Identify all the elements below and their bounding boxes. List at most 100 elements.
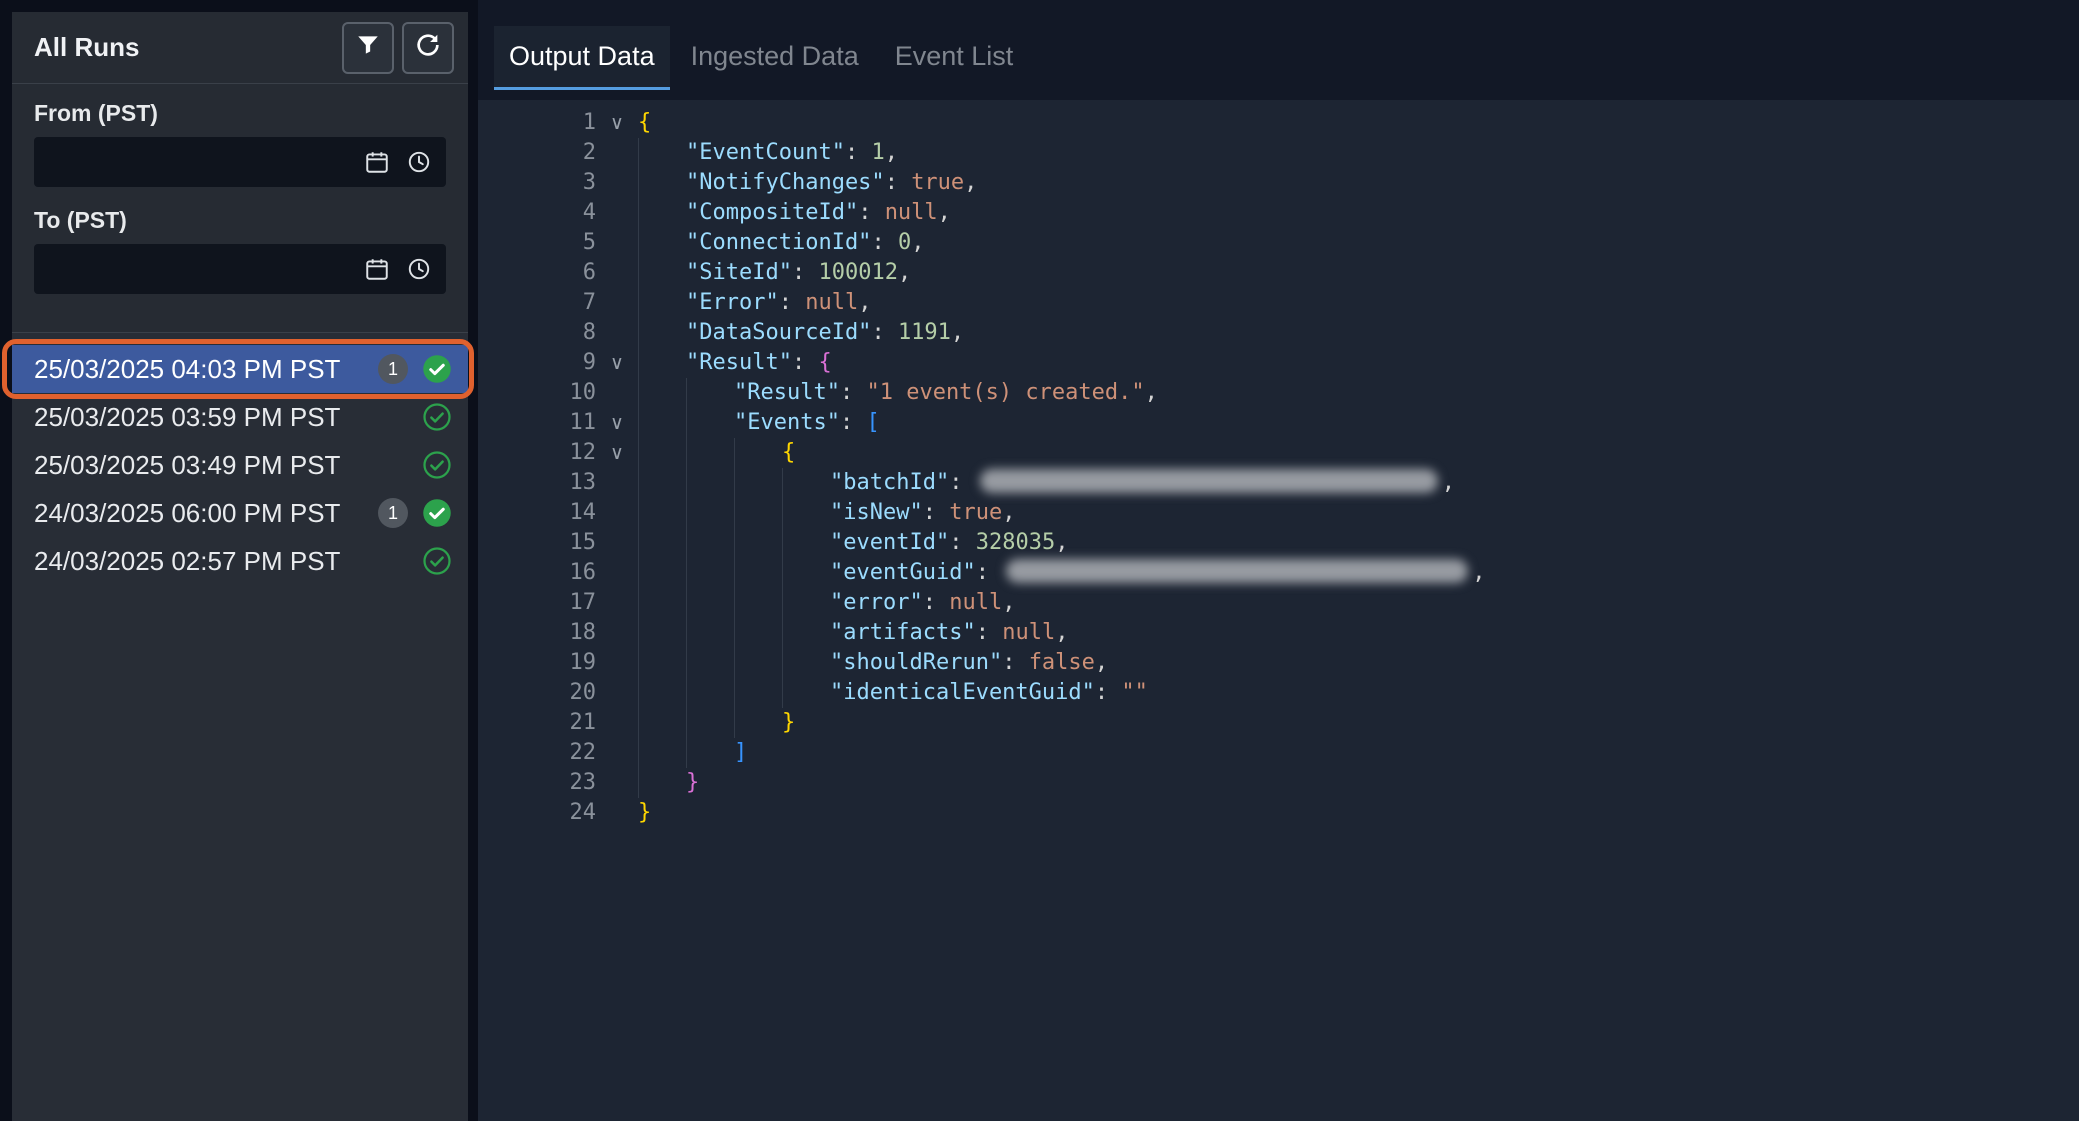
indent-guide (686, 648, 734, 678)
code-line: 15 "eventId": 328035, (478, 528, 2079, 558)
indent-guide (734, 588, 782, 618)
run-list-item[interactable]: 24/03/2025 06:00 PM PST 1 (12, 489, 468, 537)
filter-button[interactable] (342, 22, 394, 74)
code-token: : (923, 590, 950, 615)
run-list-item[interactable]: 25/03/2025 03:49 PM PST (12, 441, 468, 489)
code-token: , (1145, 380, 1158, 405)
indent-guide (638, 618, 686, 648)
code-token: : (885, 170, 912, 195)
code-token: "" (1121, 680, 1148, 705)
indent-guide (638, 498, 686, 528)
indent-guide (734, 648, 782, 678)
indent-guide (782, 498, 830, 528)
run-list-item[interactable]: 24/03/2025 02:57 PM PST (12, 537, 468, 585)
code-token: : (949, 530, 976, 555)
indent-guide (638, 438, 686, 468)
indent-guide (686, 468, 734, 498)
run-count-badge: 1 (378, 498, 408, 528)
tab-event-list[interactable]: Event List (880, 26, 1029, 90)
clock-icon[interactable] (406, 149, 432, 175)
line-number: 6 (478, 258, 596, 288)
fold-chevron-icon[interactable]: ∨ (596, 438, 638, 468)
indent-guide (782, 648, 830, 678)
code-content: "eventGuid": , (638, 558, 1485, 588)
code-token: : (923, 500, 950, 525)
code-line: 21} (478, 708, 2079, 738)
code-line: 9∨"Result": { (478, 348, 2079, 378)
calendar-icon[interactable] (364, 256, 390, 282)
code-content: { (638, 438, 795, 468)
line-number: 17 (478, 588, 596, 618)
json-viewer: 1∨{2"EventCount": 1,3"NotifyChanges": tr… (478, 100, 2079, 1121)
fold-chevron-icon[interactable]: ∨ (596, 348, 638, 378)
code-content: "CompositeId": null, (638, 198, 951, 228)
code-line: 19"shouldRerun": false, (478, 648, 2079, 678)
code-token: : (976, 620, 1003, 645)
fold-spacer (596, 798, 638, 828)
code-token: "eventId" (830, 530, 949, 555)
code-content: "isNew": true, (638, 498, 1015, 528)
to-date-input[interactable] (34, 244, 446, 294)
code-content: "EventCount": 1, (638, 138, 898, 168)
redacted-value (980, 469, 1438, 493)
line-number: 24 (478, 798, 596, 828)
code-content: "shouldRerun": false, (638, 648, 1108, 678)
fold-chevron-icon[interactable]: ∨ (596, 408, 638, 438)
indent-guide (782, 528, 830, 558)
fold-chevron-icon[interactable]: ∨ (596, 108, 638, 138)
code-line: 8"DataSourceId": 1191, (478, 318, 2079, 348)
run-list-item[interactable]: 25/03/2025 04:03 PM PST 1 (12, 345, 468, 393)
indent-guide (638, 318, 686, 348)
run-detail-panel: Output Data Ingested Data Event List 1∨{… (478, 0, 2079, 1121)
code-token: null (949, 590, 1002, 615)
run-list-item[interactable]: 25/03/2025 03:59 PM PST (12, 393, 468, 441)
code-token: { (818, 350, 831, 375)
code-token: "CompositeId" (686, 200, 858, 225)
refresh-button[interactable] (402, 22, 454, 74)
indent-guide (638, 168, 686, 198)
indent-guide (638, 408, 686, 438)
line-number: 8 (478, 318, 596, 348)
indent-guide (686, 708, 734, 738)
tab-ingested-data[interactable]: Ingested Data (676, 26, 874, 90)
code-token: : (1002, 650, 1029, 675)
code-token: "identicalEventGuid" (830, 680, 1095, 705)
tab-output-data[interactable]: Output Data (494, 26, 670, 90)
code-token: { (782, 440, 795, 465)
code-token: true (911, 170, 964, 195)
code-content: "error": null, (638, 588, 1015, 618)
indent-guide (734, 558, 782, 588)
line-number: 14 (478, 498, 596, 528)
success-check-icon (422, 546, 452, 576)
line-number: 15 (478, 528, 596, 558)
indent-guide (638, 738, 686, 768)
fold-spacer (596, 498, 638, 528)
code-token: "EventCount" (686, 140, 845, 165)
line-number: 1 (478, 108, 596, 138)
code-line: 10"Result": "1 event(s) created.", (478, 378, 2079, 408)
calendar-icon[interactable] (364, 149, 390, 175)
from-date-input[interactable] (34, 137, 446, 187)
indent-guide (686, 618, 734, 648)
code-content: "eventId": 328035, (638, 528, 1068, 558)
code-token: 1191 (898, 320, 951, 345)
code-token: : (792, 350, 819, 375)
indent-guide (734, 678, 782, 708)
code-line: 23} (478, 768, 2079, 798)
fold-spacer (596, 468, 638, 498)
code-token: "Result" (686, 350, 792, 375)
code-token: , (1002, 590, 1015, 615)
clock-icon[interactable] (406, 256, 432, 282)
tab-bar: Output Data Ingested Data Event List (478, 0, 2079, 100)
line-number: 2 (478, 138, 596, 168)
fold-spacer (596, 618, 638, 648)
indent-guide (638, 708, 686, 738)
code-token: 0 (898, 230, 911, 255)
fold-spacer (596, 318, 638, 348)
code-token: 1 (871, 140, 884, 165)
line-number: 10 (478, 378, 596, 408)
fold-spacer (596, 198, 638, 228)
code-token: } (638, 800, 651, 825)
code-token: , (911, 230, 924, 255)
indent-guide (782, 588, 830, 618)
